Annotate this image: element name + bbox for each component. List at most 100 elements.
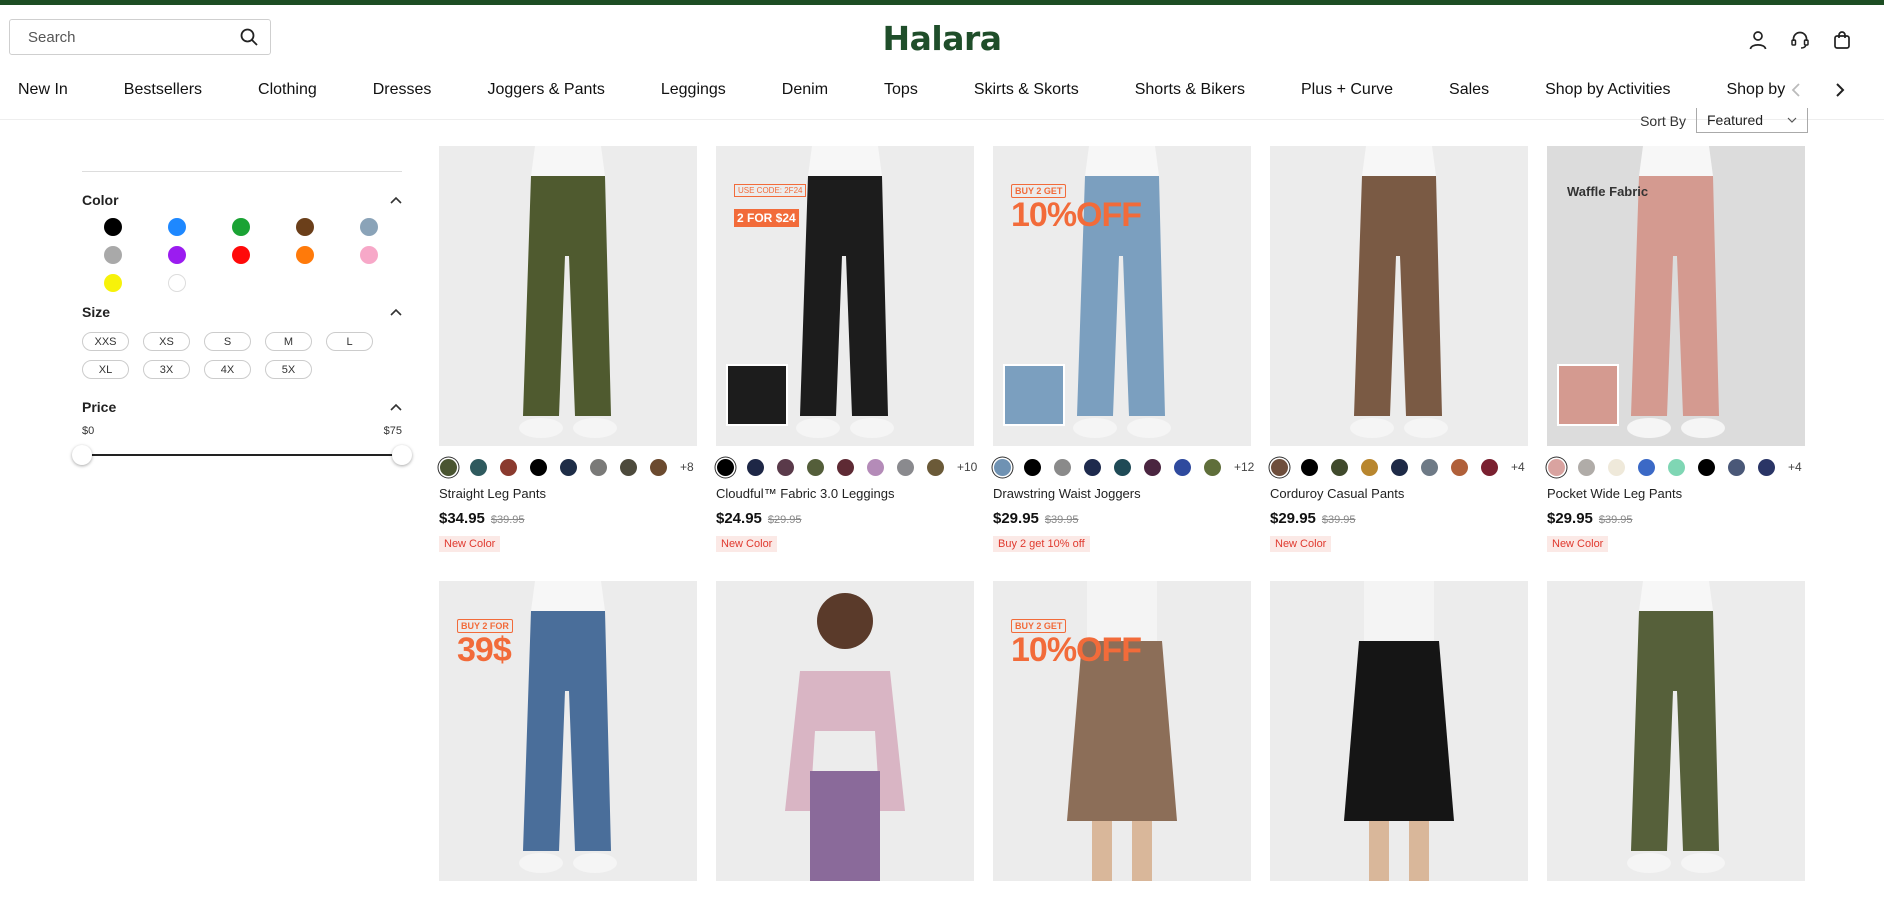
product-card[interactable]: +8 Straight Leg Pants $34.95 $39.95 New Colo… xyxy=(439,146,697,552)
product-card[interactable]: BUY 2 GET 10%OFF xyxy=(993,581,1251,881)
product-color-swatch[interactable] xyxy=(1391,458,1408,476)
product-color-swatch[interactable] xyxy=(747,458,764,476)
product-color-swatch[interactable] xyxy=(1084,458,1101,476)
size-option[interactable]: M xyxy=(265,332,312,351)
support-headset-icon[interactable] xyxy=(1788,28,1812,52)
product-name[interactable]: Straight Leg Pants xyxy=(439,486,697,501)
search-icon[interactable] xyxy=(238,26,260,48)
product-name[interactable]: Corduroy Casual Pants xyxy=(1270,486,1528,501)
product-color-swatch[interactable] xyxy=(1638,458,1655,476)
product-card[interactable]: USE CODE: 2F24 2 FOR $24 +10 Cloudful™ Fabr… xyxy=(716,146,977,552)
shopping-bag-icon[interactable] xyxy=(1830,28,1854,52)
color-swatch[interactable] xyxy=(104,274,122,292)
product-color-swatch[interactable] xyxy=(897,458,914,476)
product-color-swatch[interactable] xyxy=(1481,458,1498,476)
product-card[interactable]: BUY 2 GET 10%OFF +12 Drawstring Waist Jogge… xyxy=(993,146,1254,552)
product-name[interactable]: Pocket Wide Leg Pants xyxy=(1547,486,1805,501)
nav-item[interactable]: Denim xyxy=(782,81,828,99)
chevron-up-icon[interactable] xyxy=(390,196,402,204)
price-slider[interactable] xyxy=(72,445,412,465)
product-color-swatch[interactable] xyxy=(1144,458,1161,476)
product-color-swatch[interactable] xyxy=(717,458,734,476)
product-image[interactable] xyxy=(1270,581,1528,881)
chevron-up-icon[interactable] xyxy=(390,403,402,411)
product-color-swatch[interactable] xyxy=(927,458,944,476)
nav-item[interactable]: Sales xyxy=(1449,81,1489,99)
more-colors-count[interactable]: +10 xyxy=(957,460,977,474)
product-image[interactable] xyxy=(1547,581,1805,881)
size-option[interactable]: 5X xyxy=(265,360,312,379)
product-color-swatch[interactable] xyxy=(1204,458,1221,476)
product-color-swatch[interactable] xyxy=(1421,458,1438,476)
product-image[interactable]: Waffle Fabric xyxy=(1547,146,1805,446)
product-color-swatch[interactable] xyxy=(994,458,1011,476)
nav-item[interactable]: New In xyxy=(18,81,68,99)
product-color-swatch[interactable] xyxy=(1548,458,1565,476)
more-colors-count[interactable]: +8 xyxy=(680,460,694,474)
nav-item[interactable]: Shop by Activities xyxy=(1545,81,1670,99)
product-color-swatch[interactable] xyxy=(1728,458,1745,476)
nav-item[interactable]: Skirts & Skorts xyxy=(974,81,1079,99)
color-swatch[interactable] xyxy=(232,246,250,264)
product-color-swatch[interactable] xyxy=(500,458,517,476)
product-name[interactable]: Cloudful™ Fabric 3.0 Leggings xyxy=(716,486,974,501)
size-option[interactable]: L xyxy=(326,332,373,351)
product-color-swatch[interactable] xyxy=(620,458,637,476)
nav-item[interactable]: Dresses xyxy=(373,81,432,99)
product-card[interactable] xyxy=(1270,581,1528,881)
product-card[interactable]: BUY 2 FOR 39$ xyxy=(439,581,697,881)
product-card[interactable] xyxy=(1547,581,1805,881)
product-color-swatch[interactable] xyxy=(650,458,667,476)
search-box[interactable] xyxy=(9,19,271,55)
product-color-swatch[interactable] xyxy=(1301,458,1318,476)
more-colors-count[interactable]: +4 xyxy=(1511,460,1525,474)
size-option[interactable]: S xyxy=(204,332,251,351)
product-color-swatch[interactable] xyxy=(1174,458,1191,476)
size-option[interactable]: 3X xyxy=(143,360,190,379)
color-swatch[interactable] xyxy=(232,218,250,236)
product-image[interactable]: BUY 2 GET 10%OFF xyxy=(993,146,1251,446)
product-color-swatch[interactable] xyxy=(867,458,884,476)
product-color-swatch[interactable] xyxy=(1024,458,1041,476)
sort-select[interactable]: Featured xyxy=(1696,108,1808,133)
color-swatch[interactable] xyxy=(296,218,314,236)
color-swatch[interactable] xyxy=(168,274,186,292)
product-card[interactable] xyxy=(716,581,974,881)
product-color-swatch[interactable] xyxy=(777,458,794,476)
nav-item[interactable]: Tops xyxy=(884,81,918,99)
product-color-swatch[interactable] xyxy=(1451,458,1468,476)
color-swatch[interactable] xyxy=(104,246,122,264)
product-color-swatch[interactable] xyxy=(530,458,547,476)
nav-item[interactable]: Joggers & Pants xyxy=(487,81,604,99)
product-card[interactable]: +4 Corduroy Casual Pants $29.95 $39.95 New C… xyxy=(1270,146,1528,552)
color-swatch[interactable] xyxy=(168,246,186,264)
price-slider-max-handle[interactable] xyxy=(392,445,412,465)
product-color-swatch[interactable] xyxy=(590,458,607,476)
product-color-swatch[interactable] xyxy=(1758,458,1775,476)
nav-item[interactable]: Leggings xyxy=(661,81,726,99)
account-icon[interactable] xyxy=(1746,28,1770,52)
color-swatch[interactable] xyxy=(360,218,378,236)
nav-item[interactable]: Shop by St xyxy=(1726,81,1790,99)
size-option[interactable]: XXS xyxy=(82,332,129,351)
product-color-swatch[interactable] xyxy=(1668,458,1685,476)
price-slider-min-handle[interactable] xyxy=(72,445,92,465)
product-color-swatch[interactable] xyxy=(1698,458,1715,476)
more-colors-count[interactable]: +12 xyxy=(1234,460,1254,474)
size-option[interactable]: XL xyxy=(82,360,129,379)
chevron-up-icon[interactable] xyxy=(390,308,402,316)
product-card[interactable]: Waffle Fabric +4 Pocket Wide Leg Pants $29.… xyxy=(1547,146,1805,552)
color-swatch[interactable] xyxy=(296,246,314,264)
product-image[interactable]: BUY 2 GET 10%OFF xyxy=(993,581,1251,881)
product-color-swatch[interactable] xyxy=(1271,458,1288,476)
chevron-left-icon[interactable] xyxy=(1786,80,1806,100)
size-option[interactable]: 4X xyxy=(204,360,251,379)
product-color-swatch[interactable] xyxy=(440,458,457,476)
product-image[interactable]: USE CODE: 2F24 2 FOR $24 xyxy=(716,146,974,446)
size-filter-header[interactable]: Size xyxy=(82,302,402,322)
size-option[interactable]: XS xyxy=(143,332,190,351)
product-color-swatch[interactable] xyxy=(1054,458,1071,476)
color-swatch[interactable] xyxy=(168,218,186,236)
product-color-swatch[interactable] xyxy=(560,458,577,476)
product-image[interactable] xyxy=(439,146,697,446)
